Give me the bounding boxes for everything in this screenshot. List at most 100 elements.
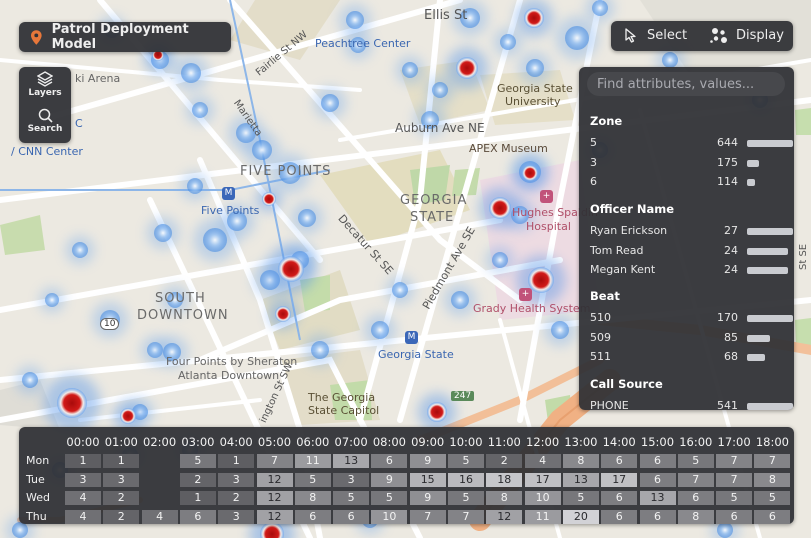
heatmap-cell[interactable]: 6 <box>601 509 638 524</box>
heatmap-cell[interactable]: 5 <box>716 491 753 505</box>
attribute-search-input[interactable] <box>587 72 785 96</box>
hotspot[interactable] <box>262 192 276 206</box>
heat-spot[interactable] <box>662 52 678 68</box>
attribute-row[interactable]: Tom Read 24 <box>590 244 788 260</box>
heatmap-cell[interactable]: 5 <box>448 491 484 505</box>
heatmap-cell[interactable]: 5 <box>179 454 216 468</box>
heatmap-cell[interactable]: 5 <box>754 491 791 505</box>
heatmap-cell[interactable]: 8 <box>486 491 523 505</box>
heatmap-cell[interactable]: 9 <box>409 454 446 468</box>
heatmap-cell[interactable]: 7 <box>754 454 791 468</box>
attribute-row[interactable]: 5 644 <box>590 136 793 152</box>
heatmap-cell[interactable]: 8 <box>294 491 331 505</box>
attribute-row[interactable]: 3 175 <box>590 156 785 172</box>
heat-spot[interactable] <box>451 291 469 309</box>
hotspot[interactable] <box>524 8 544 28</box>
heatmap-cell[interactable]: 13 <box>333 454 370 468</box>
heatmap-cell[interactable] <box>142 454 178 468</box>
heatmap-cell[interactable]: 15 <box>409 472 446 487</box>
heat-spot[interactable] <box>72 242 88 258</box>
heatmap-cell[interactable]: 3 <box>218 472 255 487</box>
heat-spot[interactable] <box>252 140 272 160</box>
heat-spot[interactable] <box>181 63 201 83</box>
heat-spot[interactable] <box>432 82 448 98</box>
heat-spot[interactable] <box>350 37 366 53</box>
heat-spot[interactable] <box>187 178 203 194</box>
heat-spot[interactable] <box>311 341 329 359</box>
heatmap-cell[interactable]: 7 <box>716 454 753 468</box>
heatmap-cell[interactable]: 17 <box>601 472 638 487</box>
heatmap-cell[interactable]: 7 <box>256 454 293 468</box>
heatmap-cell[interactable]: 6 <box>639 454 676 468</box>
heatmap-cell[interactable]: 10 <box>371 509 408 524</box>
heat-spot[interactable] <box>421 111 439 129</box>
heatmap-cell[interactable]: 6 <box>179 509 216 524</box>
hotspot[interactable] <box>278 256 304 282</box>
heat-spot[interactable] <box>279 162 301 184</box>
attribute-row[interactable]: Megan Kent 24 <box>590 263 788 279</box>
heatmap-cell[interactable]: 2 <box>486 454 523 468</box>
heatmap-cell[interactable]: 3 <box>218 509 255 524</box>
heat-spot[interactable] <box>22 372 38 388</box>
heatmap-cell[interactable]: 8 <box>562 454 599 468</box>
select-button[interactable]: Select <box>625 28 687 43</box>
heatmap-cell[interactable]: 7 <box>677 472 714 487</box>
heatmap-cell[interactable]: 6 <box>716 509 753 524</box>
heat-spot[interactable] <box>227 211 247 231</box>
hotspot[interactable] <box>456 57 478 79</box>
heatmap-cell[interactable]: 7 <box>448 509 484 524</box>
hotspot[interactable] <box>522 165 538 181</box>
heatmap-cell[interactable]: 1 <box>218 454 255 468</box>
heat-spot[interactable] <box>500 34 516 50</box>
heatmap-cell[interactable]: 4 <box>65 509 101 524</box>
hotspot[interactable] <box>489 197 511 219</box>
heat-spot[interactable] <box>100 310 120 330</box>
heat-spot[interactable] <box>298 209 316 227</box>
heatmap-cell[interactable]: 4 <box>65 491 101 505</box>
search-button[interactable]: Search <box>19 108 71 134</box>
heat-spot[interactable] <box>167 292 183 308</box>
heat-spot[interactable] <box>371 321 389 339</box>
heatmap-cell[interactable]: 17 <box>524 472 561 487</box>
heatmap-cell[interactable]: 2 <box>179 472 216 487</box>
heatmap-cell[interactable]: 6 <box>294 509 331 524</box>
heatmap-cell[interactable]: 4 <box>524 454 561 468</box>
heatmap-cell[interactable]: 5 <box>677 454 714 468</box>
heatmap-cell[interactable]: 9 <box>409 491 446 505</box>
heat-spot[interactable] <box>154 224 172 242</box>
heatmap-cell[interactable]: 20 <box>562 509 599 524</box>
heatmap-cell[interactable]: 11 <box>524 509 561 524</box>
heat-spot[interactable] <box>717 522 733 538</box>
heatmap-cell[interactable]: 6 <box>677 491 714 505</box>
attribute-row[interactable]: Ryan Erickson 27 <box>590 224 793 240</box>
heatmap-cell[interactable]: 6 <box>639 509 676 524</box>
heatmap-cell[interactable]: 3 <box>65 472 101 487</box>
heatmap-cell[interactable]: 18 <box>486 472 523 487</box>
heatmap-cell[interactable]: 12 <box>256 509 293 524</box>
attribute-row[interactable]: 6 114 <box>590 175 785 191</box>
attribute-row[interactable]: PHONE 541 <box>590 399 793 410</box>
heatmap-cell[interactable]: 12 <box>256 472 293 487</box>
heatmap-cell[interactable]: 13 <box>639 491 676 505</box>
heatmap-cell[interactable]: 6 <box>639 472 676 487</box>
heatmap-cell[interactable]: 2 <box>218 491 255 505</box>
heat-spot[interactable] <box>526 59 544 77</box>
heatmap-cell[interactable]: 11 <box>294 454 331 468</box>
heatmap-cell[interactable]: 8 <box>754 472 791 487</box>
heatmap-cell[interactable]: 2 <box>103 509 140 524</box>
layers-button[interactable]: Layers <box>19 71 71 98</box>
attribute-row[interactable]: 509 85 <box>590 331 785 347</box>
heatmap-cell[interactable]: 7 <box>716 472 753 487</box>
heat-spot[interactable] <box>163 343 181 361</box>
heatmap-cell[interactable]: 4 <box>141 509 178 524</box>
heatmap-cell[interactable]: 16 <box>448 472 484 487</box>
hotspot[interactable] <box>427 402 447 422</box>
heatmap-cell[interactable]: 6 <box>754 509 791 524</box>
heatmap-cell[interactable]: 5 <box>371 491 408 505</box>
heat-spot[interactable] <box>192 102 208 118</box>
heatmap-cell[interactable]: 3 <box>333 472 370 487</box>
heat-spot[interactable] <box>346 11 364 29</box>
heat-spot[interactable] <box>592 0 608 16</box>
heatmap-cell[interactable] <box>142 491 178 505</box>
heat-spot[interactable] <box>402 62 418 78</box>
